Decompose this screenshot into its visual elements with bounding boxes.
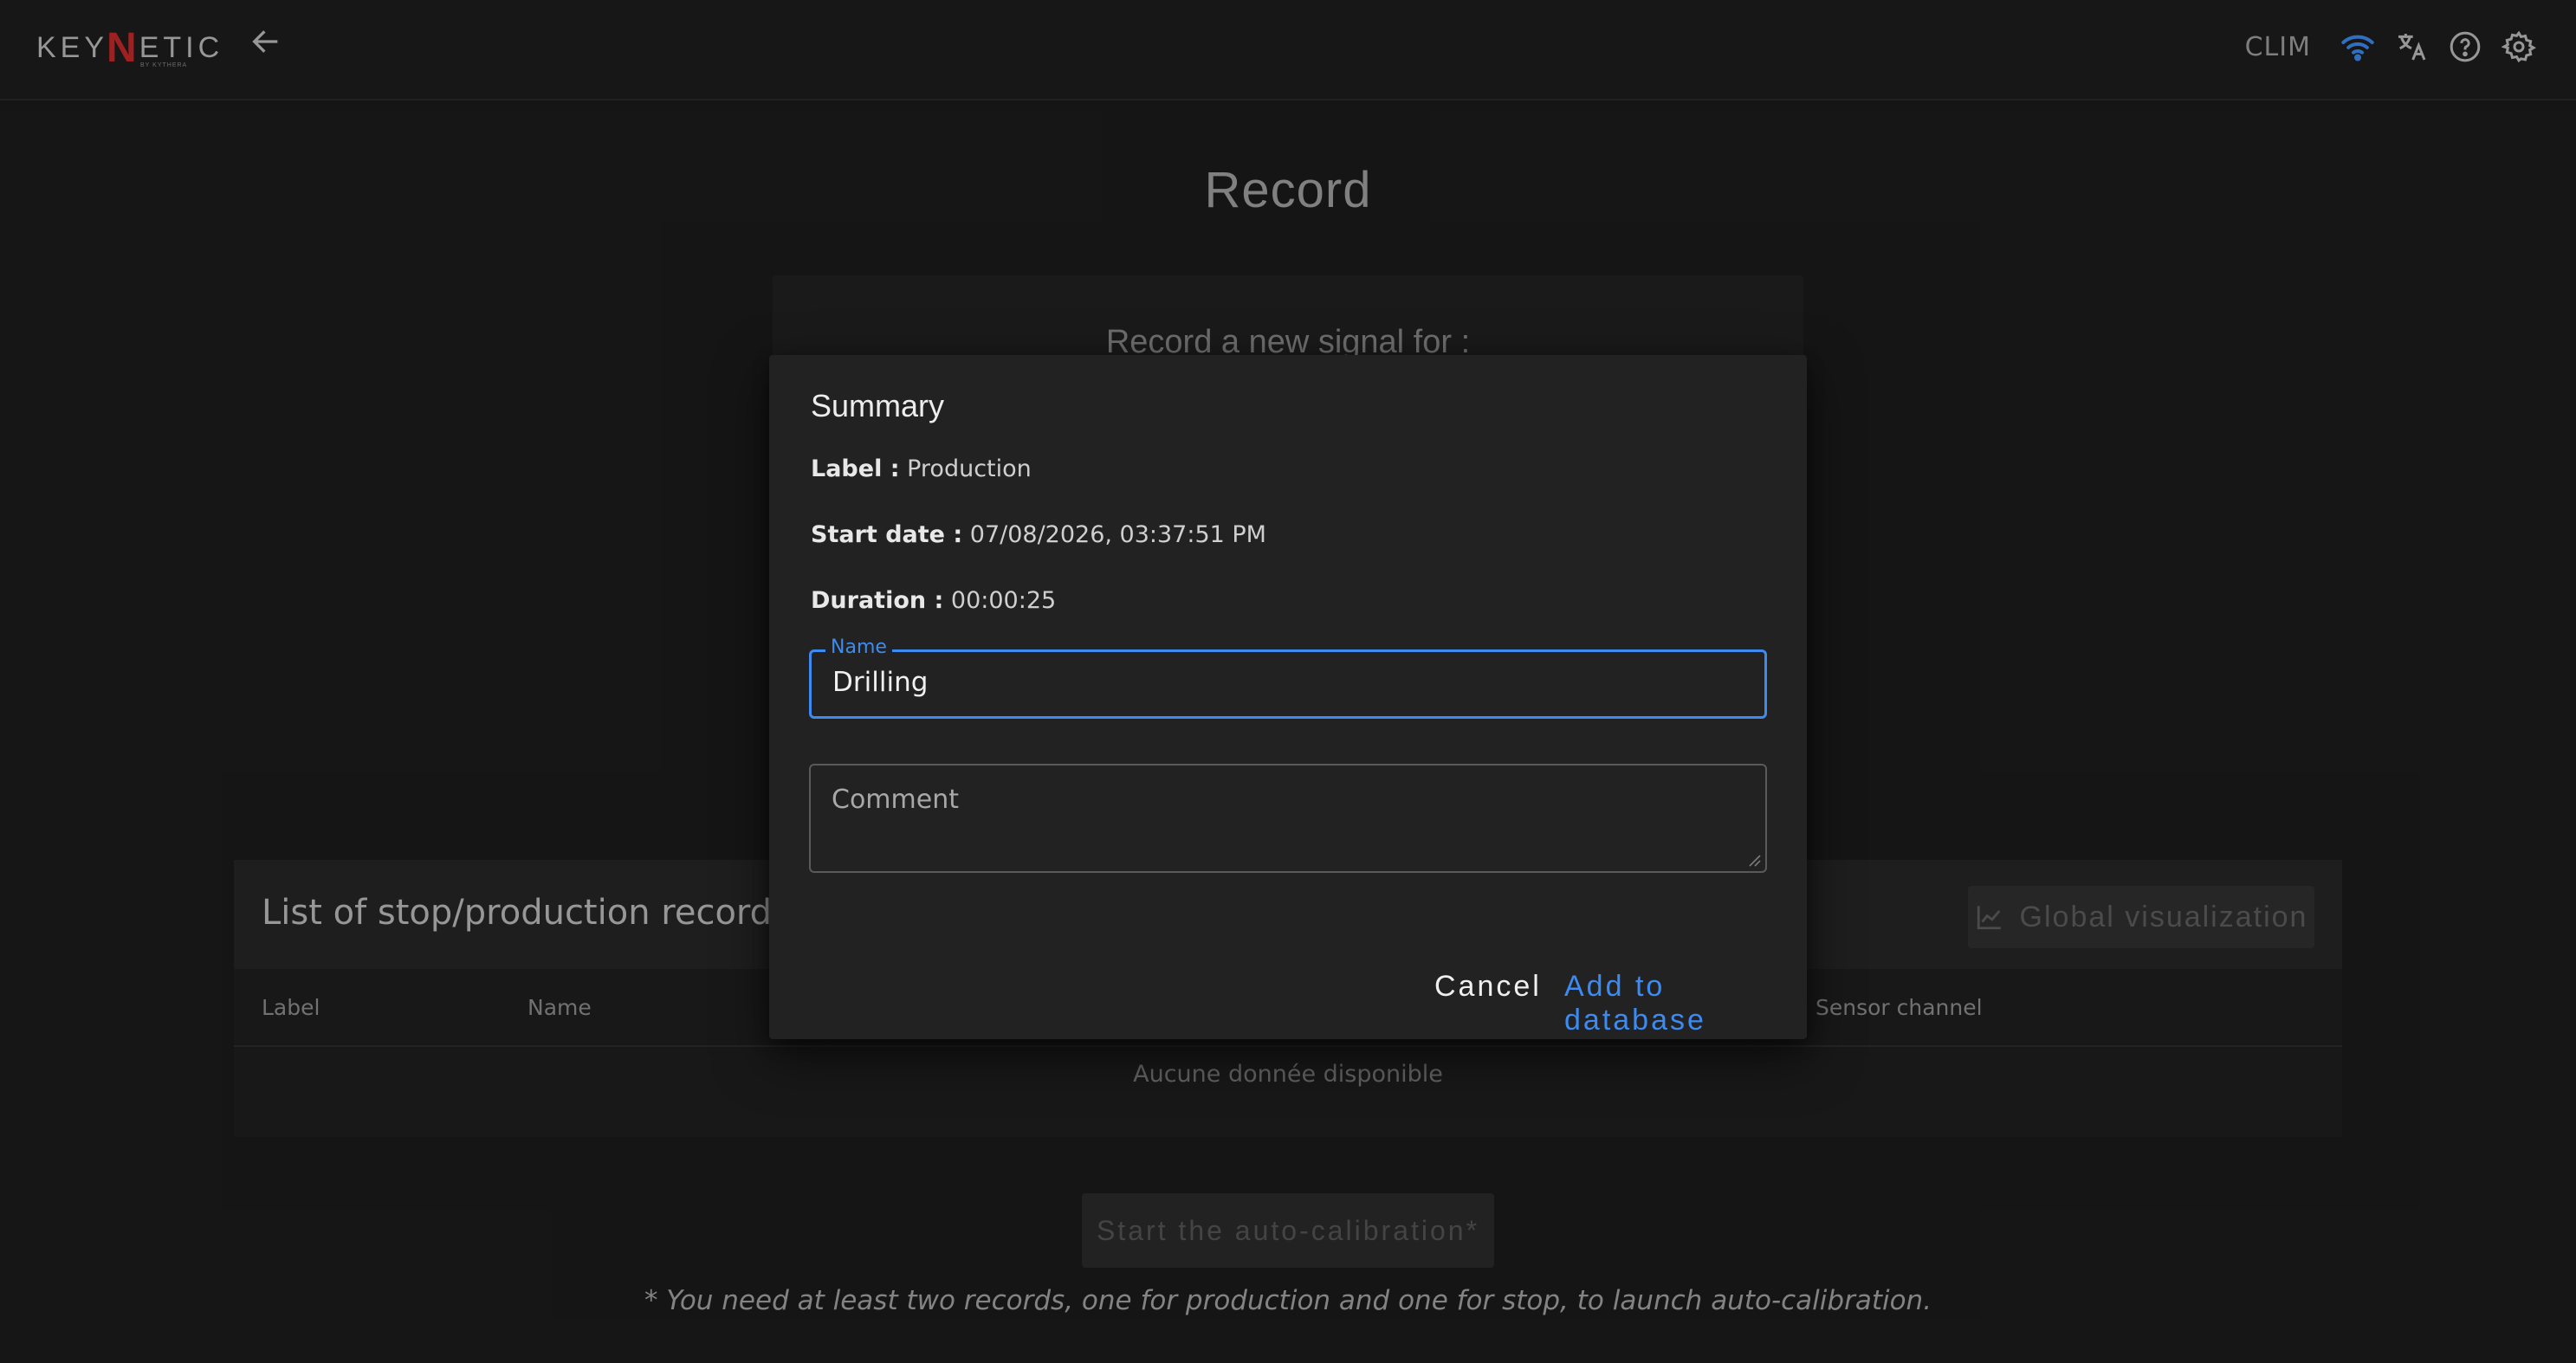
add-to-database-button[interactable]: Add to database: [1564, 970, 1807, 1037]
name-input[interactable]: [831, 666, 1697, 699]
name-field[interactable]: Name: [809, 636, 1767, 719]
duration-key: Duration :: [811, 587, 944, 614]
summary-duration-row: Duration : 00:00:25: [811, 587, 1056, 614]
label-key: Label :: [811, 455, 900, 482]
label-value: Production: [907, 455, 1032, 482]
start-date-value: 07/08/2026, 03:37:51 PM: [969, 521, 1266, 548]
duration-value: 00:00:25: [950, 587, 1057, 614]
summary-dialog: Summary Label : Production Start date : …: [769, 355, 1807, 1039]
start-date-key: Start date :: [811, 521, 963, 548]
dialog-title: Summary: [811, 388, 945, 423]
summary-start-date-row: Start date : 07/08/2026, 03:37:51 PM: [811, 521, 1266, 548]
comment-placeholder: Comment: [832, 785, 959, 815]
name-field-label: Name: [825, 636, 892, 658]
summary-label-row: Label : Production: [811, 455, 1032, 482]
resize-handle-icon[interactable]: [1744, 850, 1762, 868]
comment-textarea[interactable]: Comment: [809, 764, 1767, 873]
cancel-button[interactable]: Cancel: [1434, 970, 1542, 1004]
